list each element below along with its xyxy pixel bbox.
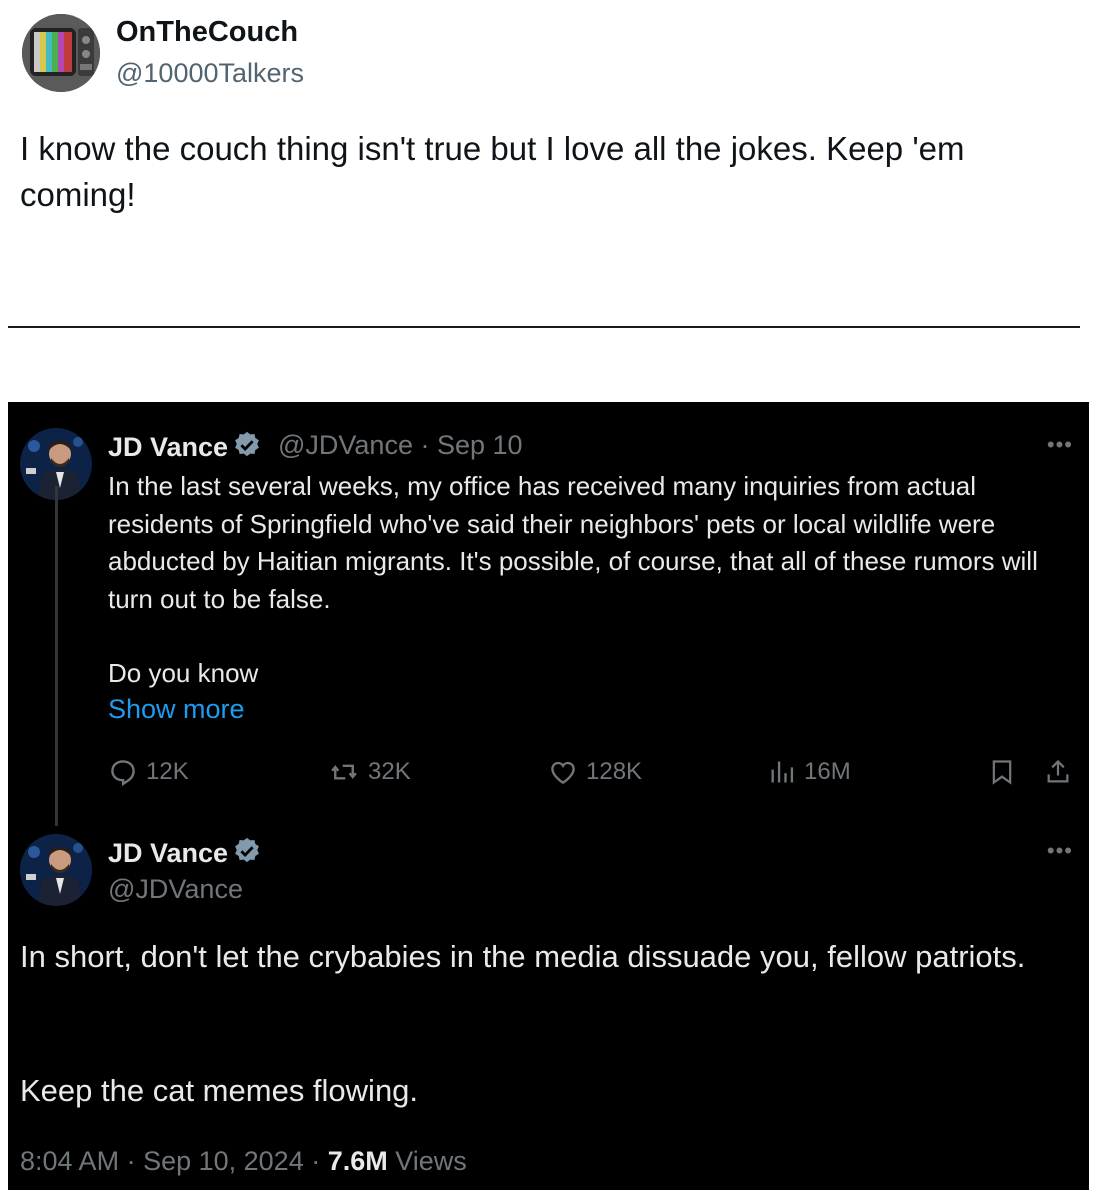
like-button[interactable]: 128K — [548, 757, 642, 787]
reply-count: 12K — [146, 758, 189, 785]
views-count: 16M — [804, 758, 851, 785]
post-time[interactable]: 8:04 AM — [20, 1146, 119, 1176]
post-text-continued: Keep the cat memes flowing. — [20, 1073, 419, 1108]
display-name[interactable]: JD Vance — [108, 430, 262, 467]
bookmark-button[interactable] — [988, 757, 1016, 787]
horizontal-divider — [8, 326, 1080, 328]
share-icon — [1047, 759, 1069, 783]
show-more-link[interactable]: Show more — [108, 694, 245, 725]
share-button[interactable] — [1044, 757, 1072, 787]
post-text: In the last several weeks, my office has… — [108, 471, 1038, 614]
separator: · — [119, 1146, 144, 1176]
profile-photo-icon — [20, 834, 92, 906]
display-name[interactable]: JD Vance — [108, 836, 262, 873]
retro-tv-icon — [22, 14, 100, 92]
post-date: Sep 10 — [437, 430, 523, 460]
repost-count: 32K — [368, 758, 411, 785]
avatar[interactable] — [22, 14, 100, 92]
like-count: 128K — [586, 758, 643, 785]
user-handle-date[interactable]: @JDVance · Sep 10 — [278, 430, 523, 461]
views-button[interactable]: 16M — [768, 757, 851, 787]
separator: · — [420, 430, 430, 460]
user-handle[interactable]: @JDVance — [108, 874, 243, 905]
reply-button[interactable]: 12K — [108, 757, 189, 787]
tweet-text: I know the couch thing isn't true but I … — [20, 130, 965, 213]
display-name[interactable]: OnTheCouch — [116, 16, 298, 49]
heart-icon — [551, 761, 575, 785]
post-text-continued: Do you know — [108, 658, 259, 688]
more-options-icon[interactable]: ••• — [1047, 432, 1073, 458]
separator: · — [303, 1146, 328, 1176]
views-count: 7.6M — [327, 1146, 388, 1176]
display-name-text: JD Vance — [108, 838, 229, 868]
post-date[interactable]: Sep 10, 2024 — [143, 1146, 304, 1176]
views-label: Views — [387, 1146, 467, 1176]
more-options-icon[interactable]: ••• — [1047, 838, 1073, 864]
thread-connector-line — [55, 486, 58, 826]
analytics-icon — [771, 761, 794, 783]
user-handle[interactable]: @10000Talkers — [116, 58, 304, 89]
bookmark-icon — [992, 760, 1012, 785]
embedded-thread-screenshot: JD Vance @JDVance · Sep 10 ••• In the la… — [8, 402, 1089, 1190]
repost-button[interactable]: 32K — [328, 757, 411, 787]
avatar[interactable] — [20, 834, 92, 906]
reply-icon — [111, 760, 135, 787]
post-text: In short, don't let the crybabies in the… — [20, 939, 1026, 974]
repost-icon — [331, 764, 357, 780]
verified-badge-icon — [232, 836, 262, 873]
post-metadata: 8:04 AM · Sep 10, 2024 · 7.6M Views — [20, 1146, 467, 1177]
user-handle: @JDVance — [278, 430, 413, 460]
display-name-text: JD Vance — [108, 432, 229, 462]
verified-badge-icon — [232, 430, 262, 467]
